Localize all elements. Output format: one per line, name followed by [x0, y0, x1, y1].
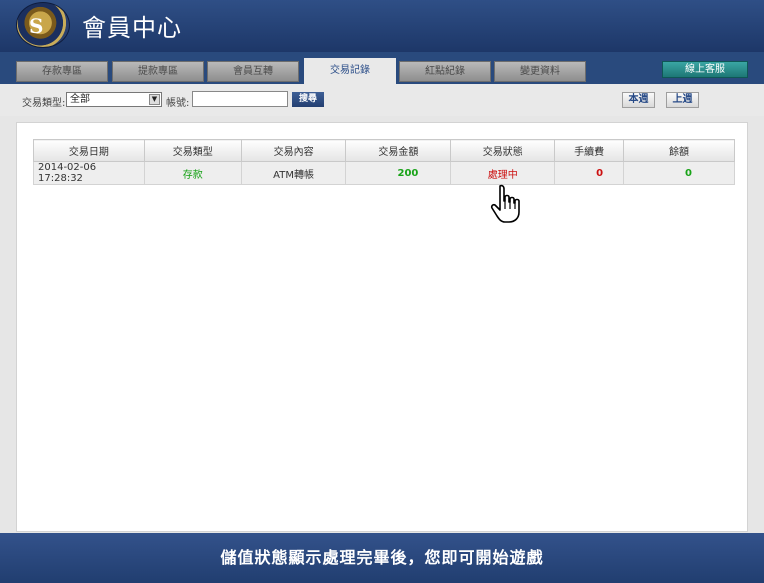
- account-label: 帳號:: [166, 98, 190, 109]
- account-input[interactable]: [192, 91, 288, 107]
- logo-text: S: [29, 14, 44, 38]
- logo-icon: S: [16, 2, 70, 48]
- col-type: 交易類型: [143, 139, 242, 162]
- transaction-type-select[interactable]: 全部 ▼: [66, 92, 162, 107]
- cell-amount: 200: [345, 161, 452, 185]
- tab-withdraw[interactable]: 提款專區: [112, 61, 204, 82]
- col-status: 交易狀態: [450, 139, 556, 162]
- tab-bar: 存款專區 提款專區 會員互轉 交易記錄 紅點紀錄 變更資料 線上客服: [0, 52, 764, 84]
- header-bar: S 會員中心: [0, 0, 764, 52]
- tab-red-point-records[interactable]: 紅點紀錄: [399, 61, 491, 82]
- online-service-button[interactable]: 線上客服: [662, 61, 748, 78]
- col-amount: 交易金額: [345, 139, 452, 162]
- tab-member-transfer[interactable]: 會員互轉: [207, 61, 299, 82]
- col-date: 交易日期: [33, 139, 145, 162]
- transaction-type-value: 全部: [70, 94, 90, 105]
- cell-status: 處理中: [450, 161, 556, 185]
- cell-content: ATM轉帳: [240, 161, 347, 185]
- search-button[interactable]: 搜尋: [292, 92, 324, 107]
- col-balance: 餘額: [623, 139, 735, 162]
- table-header-row: 交易日期 交易類型 交易內容 交易金額 交易狀態 手續費 餘額: [33, 139, 735, 162]
- tab-transaction-records[interactable]: 交易記錄: [304, 58, 396, 84]
- tab-deposit[interactable]: 存款專區: [16, 61, 108, 82]
- col-content: 交易內容: [240, 139, 347, 162]
- chevron-down-icon: ▼: [149, 94, 160, 105]
- page-title: 會員中心: [82, 14, 182, 42]
- transaction-table: 交易日期 交易類型 交易內容 交易金額 交易狀態 手續費 餘額 2014-02-…: [33, 139, 735, 185]
- filter-bar: 交易類型: 全部 ▼ 帳號: 搜尋 本週 上週: [0, 84, 764, 116]
- transaction-type-label: 交易類型:: [22, 98, 66, 109]
- hand-pointer-icon: [490, 184, 520, 223]
- footer-message: 儲值狀態顯示處理完畢後，您即可開始遊戲: [0, 533, 764, 583]
- cell-fee: 0: [554, 161, 625, 185]
- cell-balance: 0: [623, 161, 735, 185]
- tab-edit-profile[interactable]: 變更資料: [494, 61, 586, 82]
- last-week-button[interactable]: 上週: [666, 92, 699, 108]
- col-fee: 手續費: [554, 139, 625, 162]
- table-row: 2014-02-06 17:28:32 存款 ATM轉帳 200 處理中 0 0: [33, 161, 735, 185]
- cell-date: 2014-02-06 17:28:32: [33, 161, 145, 185]
- this-week-button[interactable]: 本週: [622, 92, 655, 108]
- cell-type: 存款: [143, 161, 242, 185]
- records-panel: 交易日期 交易類型 交易內容 交易金額 交易狀態 手續費 餘額 2014-02-…: [16, 122, 748, 532]
